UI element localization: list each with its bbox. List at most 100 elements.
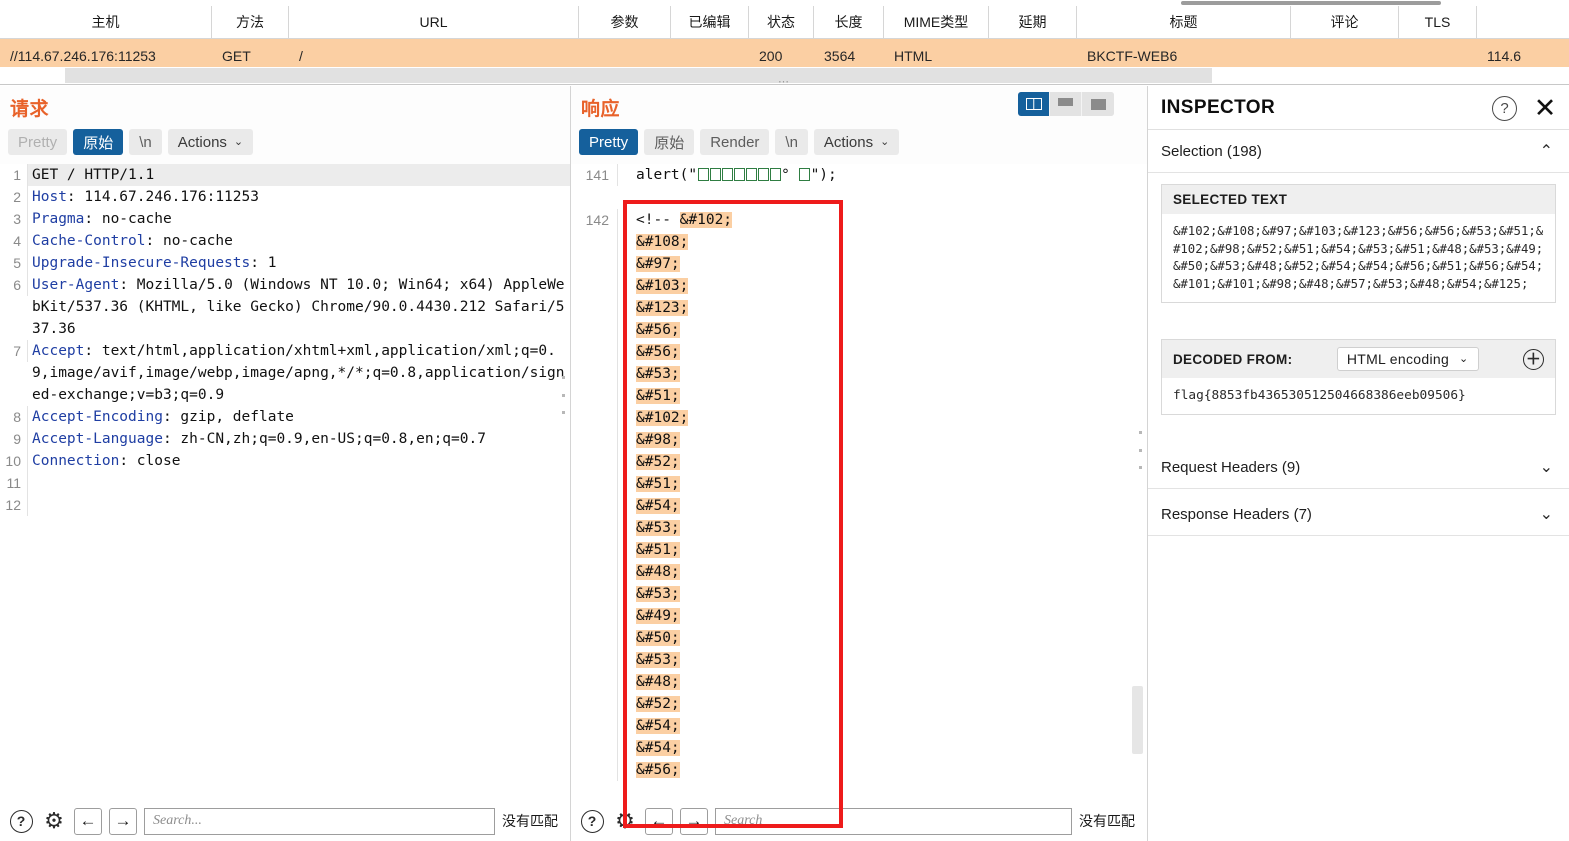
split-view-icon [1025, 98, 1042, 110]
question-mark-icon: ? [580, 809, 604, 833]
request-code-line: 5 Upgrade-Insecure-Requests: 1 [0, 252, 570, 274]
column-header-length[interactable]: 长度 [814, 6, 884, 38]
response-pane-resize-grip[interactable] [1137, 431, 1143, 469]
column-header-title[interactable]: 标题 [1077, 6, 1291, 38]
html-entity: &#54; [636, 498, 680, 514]
column-header-method[interactable]: 方法 [212, 6, 289, 38]
column-header-edited[interactable]: 已编辑 [671, 6, 749, 38]
html-entity: &#53; [636, 366, 680, 382]
request-tabbar: Pretty 原始 \n Actions ⌄ [8, 129, 254, 155]
help-icon[interactable]: ? [8, 808, 34, 834]
help-icon[interactable]: ? [579, 808, 605, 834]
line-number: 4 [0, 230, 28, 252]
request-search-input[interactable]: Search... [144, 807, 495, 835]
request-search-bar: ? ⚙ ← → Search... 没有匹配 [0, 801, 570, 841]
code-text: alert(" [636, 167, 698, 183]
single-view-button[interactable] [1082, 92, 1114, 116]
request-code-area[interactable]: 1 GET / HTTP/1.1 2 Host: 114.67.246.176:112… [0, 164, 570, 801]
response-pane-title: 响应 [581, 99, 621, 120]
line-content: Cache-Control: no-cache [32, 233, 233, 249]
tab-response-pretty[interactable]: Pretty [579, 129, 639, 155]
line-number: 8 [0, 406, 28, 428]
column-header-ip[interactable] [1477, 6, 1569, 38]
line-content: GET / HTTP/1.1 [28, 164, 570, 186]
missing-glyph-box [799, 168, 811, 181]
question-mark-icon: ? [9, 809, 33, 833]
stacked-view-button[interactable] [1050, 92, 1082, 116]
column-header-tls[interactable]: TLS [1399, 6, 1477, 38]
column-header-comment[interactable]: 评论 [1291, 6, 1399, 38]
decoded-from-label: DECODED FROM: [1173, 351, 1293, 367]
inspector-request-headers-section[interactable]: Request Headers (9) ⌄ [1148, 446, 1569, 489]
line-content: Host: 114.67.246.176:11253 [32, 189, 259, 205]
column-header-mime[interactable]: MIME类型 [884, 6, 989, 38]
request-code-line: 11 [0, 472, 570, 494]
tab-request-actions[interactable]: Actions ⌄ [167, 129, 254, 155]
tab-response-render[interactable]: Render [700, 129, 770, 155]
search-next-button[interactable]: → [680, 807, 708, 835]
request-code-line: 7 Accept: text/html,application/xhtml+xml… [0, 340, 570, 406]
tab-response-newline[interactable]: \n [775, 129, 808, 155]
decoded-value[interactable]: flag{8853fb436530512504668386eeb09506} [1162, 378, 1555, 414]
missing-glyph-box [697, 168, 709, 181]
tab-request-newline[interactable]: \n [129, 129, 162, 155]
close-icon[interactable]: ✕ [1531, 94, 1559, 122]
column-header-url[interactable]: URL [289, 6, 579, 38]
decoder-selected-value: HTML encoding [1346, 351, 1450, 367]
column-header-params[interactable]: 参数 [579, 6, 671, 38]
gear-icon[interactable]: ⚙ [612, 808, 638, 834]
main-panes: 请求 Pretty 原始 \n Actions ⌄ 1 GET / HTTP/1.… [0, 86, 1569, 841]
tab-request-pretty[interactable]: Pretty [8, 129, 68, 155]
line-content: Pragma: no-cache [32, 211, 172, 227]
table-horizontal-scrollbar-top[interactable] [0, 0, 1569, 6]
chevron-up-icon: ⌃ [1539, 143, 1553, 160]
request-pane-resize-grip[interactable] [560, 376, 566, 414]
response-search-input[interactable]: Search [715, 807, 1072, 835]
decoder-select[interactable]: HTML encoding ⌄ [1336, 347, 1479, 371]
scrollbar-thumb[interactable] [1181, 1, 1441, 5]
column-header-delay[interactable]: 延期 [989, 6, 1077, 38]
request-code-line: 9 Accept-Language: zh-CN,zh;q=0.9,en-US;q… [0, 428, 570, 450]
gear-icon[interactable]: ⚙ [41, 808, 67, 834]
column-header-status[interactable]: 状态 [749, 6, 814, 38]
decoded-from-header: DECODED FROM: HTML encoding ⌄ ＋ [1162, 340, 1555, 378]
line-number: 9 [0, 428, 28, 450]
search-prev-button[interactable]: ← [645, 807, 673, 835]
html-entity: &#56; [636, 344, 680, 360]
chevron-down-icon: ⌄ [1539, 506, 1553, 523]
response-vertical-scrollbar[interactable] [1132, 686, 1143, 754]
selected-text-card: SELECTED TEXT &#102;&#108;&#97;&#103;&#1… [1161, 184, 1556, 303]
selected-text-label: SELECTED TEXT [1173, 192, 1288, 207]
entity-line: &#48; [636, 671, 1147, 693]
response-code-area[interactable]: 141 alert(" ° "); 142 <!-- &#102; &#108; &#… [571, 164, 1147, 801]
chevron-down-icon: ⌄ [1459, 352, 1469, 365]
column-header-host[interactable]: 主机 [0, 6, 212, 38]
tab-request-raw[interactable]: 原始 [73, 129, 124, 155]
request-pane-title: 请求 [10, 99, 50, 120]
entity-line: &#52; [636, 451, 1147, 473]
entity-line: &#54; [636, 495, 1147, 517]
selected-text-header: SELECTED TEXT [1162, 185, 1555, 214]
html-entity: &#51; [636, 476, 680, 492]
scrollbar-track[interactable] [65, 68, 1212, 83]
line-number: 10 [0, 450, 28, 472]
tab-response-actions[interactable]: Actions ⌄ [813, 129, 900, 155]
html-entity: &#54; [636, 740, 680, 756]
inspector-selection-section[interactable]: Selection (198) ⌃ [1148, 130, 1569, 173]
split-view-button[interactable] [1018, 92, 1050, 116]
tab-response-raw[interactable]: 原始 [644, 129, 695, 155]
html-entity: &#98; [636, 432, 680, 448]
help-icon[interactable]: ? [1492, 96, 1517, 121]
line-content: Upgrade-Insecure-Requests: 1 [32, 255, 277, 271]
request-actions-label: Actions [177, 133, 227, 151]
add-decoder-icon[interactable]: ＋ [1523, 348, 1544, 370]
html-entity: &#52; [636, 696, 680, 712]
response-headers-label: Response Headers (7) [1161, 505, 1312, 523]
selected-text-value[interactable]: &#102;&#108;&#97;&#103;&#123;&#56;&#56;&… [1162, 214, 1555, 302]
horizontal-splitter-grip[interactable]: ⋯ [778, 77, 790, 88]
search-next-button[interactable]: → [109, 807, 137, 835]
search-prev-button[interactable]: ← [74, 807, 102, 835]
request-code-line: 3 Pragma: no-cache [0, 208, 570, 230]
comment-open-line: <!-- &#102; [636, 209, 1147, 231]
inspector-response-headers-section[interactable]: Response Headers (7) ⌄ [1148, 493, 1569, 536]
